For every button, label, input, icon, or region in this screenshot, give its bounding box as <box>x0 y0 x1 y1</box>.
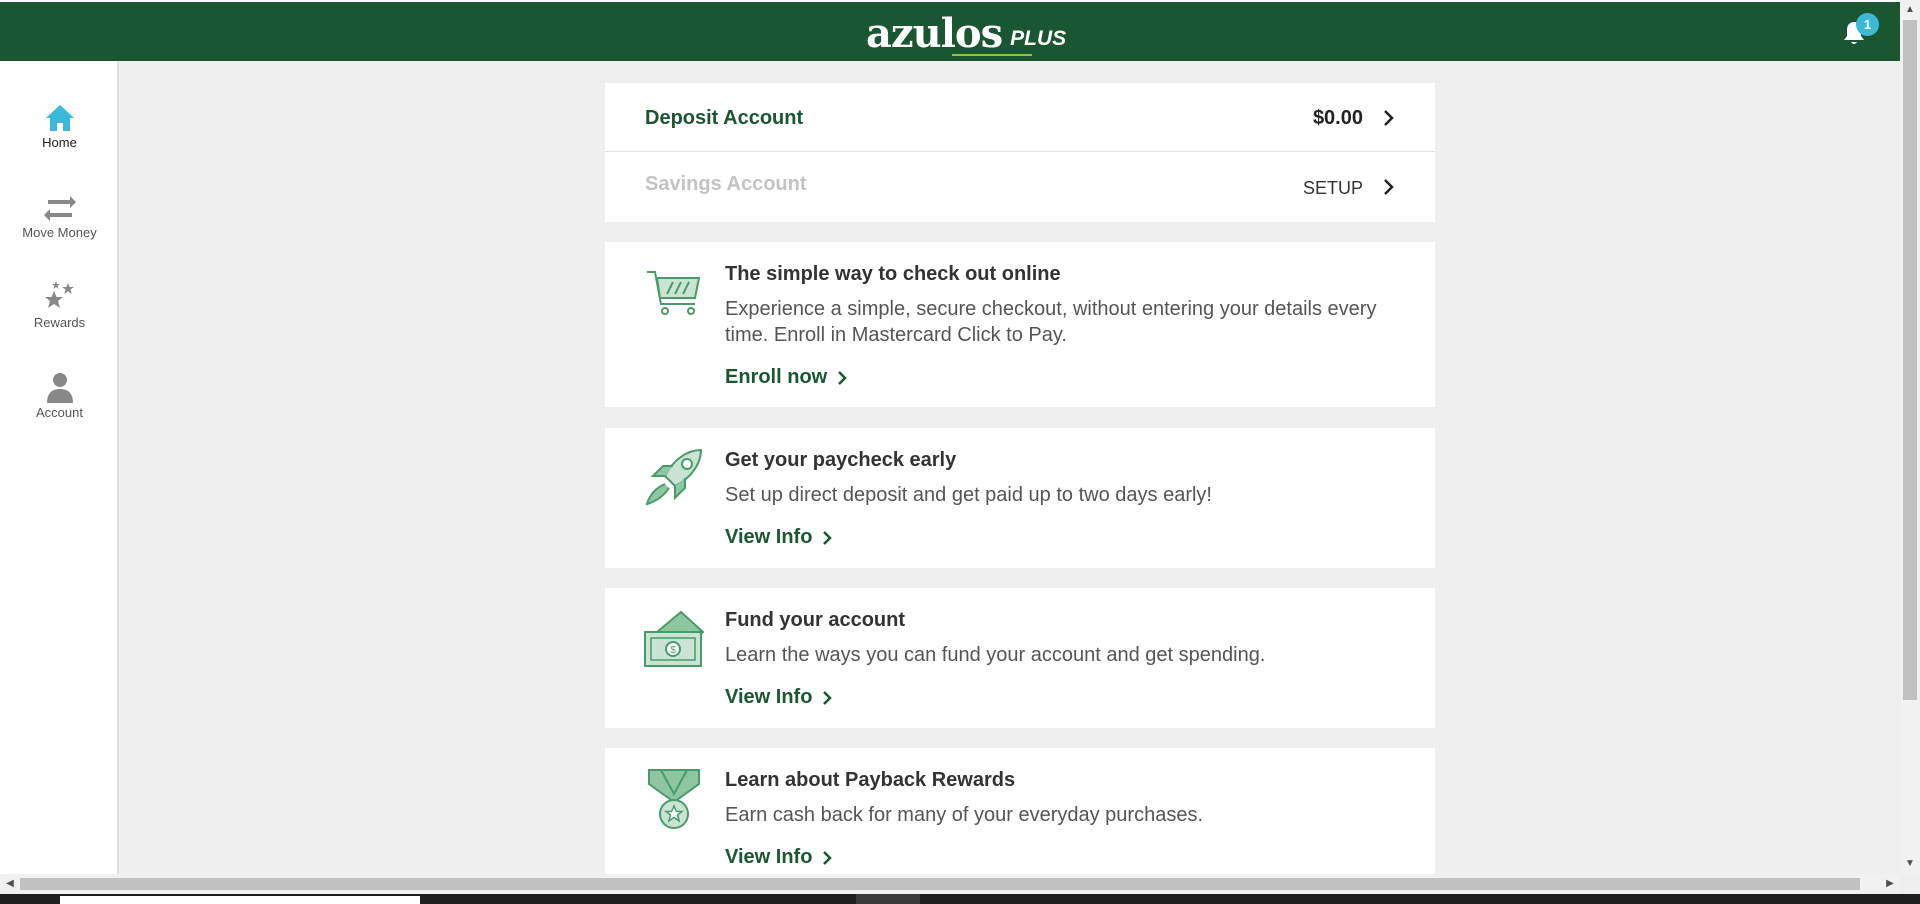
horizontal-scroll-thumb[interactable] <box>20 878 1860 890</box>
savings-setup-label: SETUP <box>1302 178 1363 198</box>
scroll-up-arrow-icon[interactable]: ▲ <box>1900 0 1920 20</box>
vertical-scrollbar[interactable]: ▲ ▼ <box>1900 0 1920 874</box>
sidebar-item-label: Account <box>36 405 83 420</box>
savings-account-label: Savings Account <box>645 173 807 195</box>
view-info-link[interactable]: View Info <box>725 526 833 549</box>
chevron-right-icon <box>823 850 833 865</box>
horizontal-scrollbar[interactable]: ◀ ▶ <box>0 874 1900 894</box>
logo-underline <box>952 54 1032 56</box>
promo-description: Earn cash back for many of your everyday… <box>725 804 1204 826</box>
sidebar-item-rewards[interactable]: Rewards <box>0 281 119 361</box>
promo-title: The simple way to check out online <box>725 263 1061 285</box>
promo-card-paycheck-early: Get your paycheck early Set up direct de… <box>605 428 1435 568</box>
sidebar-item-label: Home <box>42 135 77 150</box>
link-label: View Info <box>725 526 813 548</box>
medal-icon <box>648 769 700 829</box>
sidebar-item-account[interactable]: Account <box>0 371 119 451</box>
view-info-link[interactable]: View Info <box>725 846 833 869</box>
promo-description: Set up direct deposit and get paid up to… <box>725 484 1212 506</box>
link-label: View Info <box>725 686 813 708</box>
chevron-right-icon <box>838 370 847 385</box>
scroll-left-arrow-icon[interactable]: ◀ <box>0 874 20 894</box>
taskbar-window[interactable] <box>60 896 420 904</box>
deposit-account-row[interactable]: Deposit Account $0.00 <box>605 83 1435 151</box>
top-header: azulos PLUS 1 <box>0 0 1900 61</box>
sidebar-item-move-money[interactable]: Move Money <box>0 191 119 271</box>
sidebar-item-home[interactable]: Home <box>0 101 119 181</box>
promo-card-payback-rewards: Learn about Payback Rewards Earn cash ba… <box>605 748 1435 874</box>
user-icon <box>46 373 73 403</box>
sidebar-item-label: Move Money <box>22 225 97 240</box>
notification-count-badge: 1 <box>1856 13 1879 36</box>
promo-card-click-to-pay: The simple way to check out online Exper… <box>605 242 1435 407</box>
logo-plus-text: PLUS <box>1010 27 1067 50</box>
sidebar-item-label: Rewards <box>33 315 86 330</box>
svg-text:$: $ <box>670 645 676 656</box>
promo-description: Learn the ways you can fund your account… <box>725 644 1266 666</box>
taskbar-window[interactable] <box>856 894 920 904</box>
stars-icon <box>44 281 74 308</box>
promo-title: Fund your account <box>725 609 905 631</box>
chevron-right-icon <box>1384 110 1394 126</box>
promo-title: Learn about Payback Rewards <box>725 769 1016 791</box>
chevron-right-icon <box>1384 179 1394 195</box>
scroll-right-arrow-icon[interactable]: ▶ <box>1880 874 1900 894</box>
shopping-cart-icon <box>647 271 701 315</box>
chevron-right-icon <box>823 690 833 705</box>
chevron-right-icon <box>823 530 833 545</box>
savings-account-row[interactable]: Savings Account SETUP <box>605 152 1435 220</box>
home-icon <box>45 105 74 131</box>
logo-main-text: azulos <box>866 10 1003 57</box>
promo-title: Get your paycheck early <box>725 449 957 471</box>
scroll-down-arrow-icon[interactable]: ▼ <box>1900 854 1920 874</box>
link-label: View Info <box>725 846 813 868</box>
promo-description: Experience a simple, secure checkout, wi… <box>725 298 1377 346</box>
deposit-account-balance: $0.00 <box>1312 107 1363 129</box>
azulos-plus-logo[interactable]: azulos PLUS <box>866 10 1067 57</box>
promo-card-fund-account: $ Fund your account Learn the ways you c… <box>605 588 1435 728</box>
os-taskbar <box>0 894 1920 904</box>
rocket-icon <box>645 448 703 506</box>
sidebar-nav: Home Move Money Rewards Account <box>0 61 119 874</box>
accounts-card: Deposit Account $0.00 Savings Account SE… <box>605 83 1435 222</box>
enroll-now-link[interactable]: Enroll now <box>725 366 847 389</box>
link-label: Enroll now <box>725 366 828 388</box>
view-info-link[interactable]: View Info <box>725 686 833 709</box>
vertical-scroll-thumb[interactable] <box>1903 20 1917 700</box>
deposit-account-label: Deposit Account <box>645 107 804 129</box>
money-card-icon: $ <box>644 610 705 667</box>
transfer-arrows-icon <box>43 196 76 221</box>
